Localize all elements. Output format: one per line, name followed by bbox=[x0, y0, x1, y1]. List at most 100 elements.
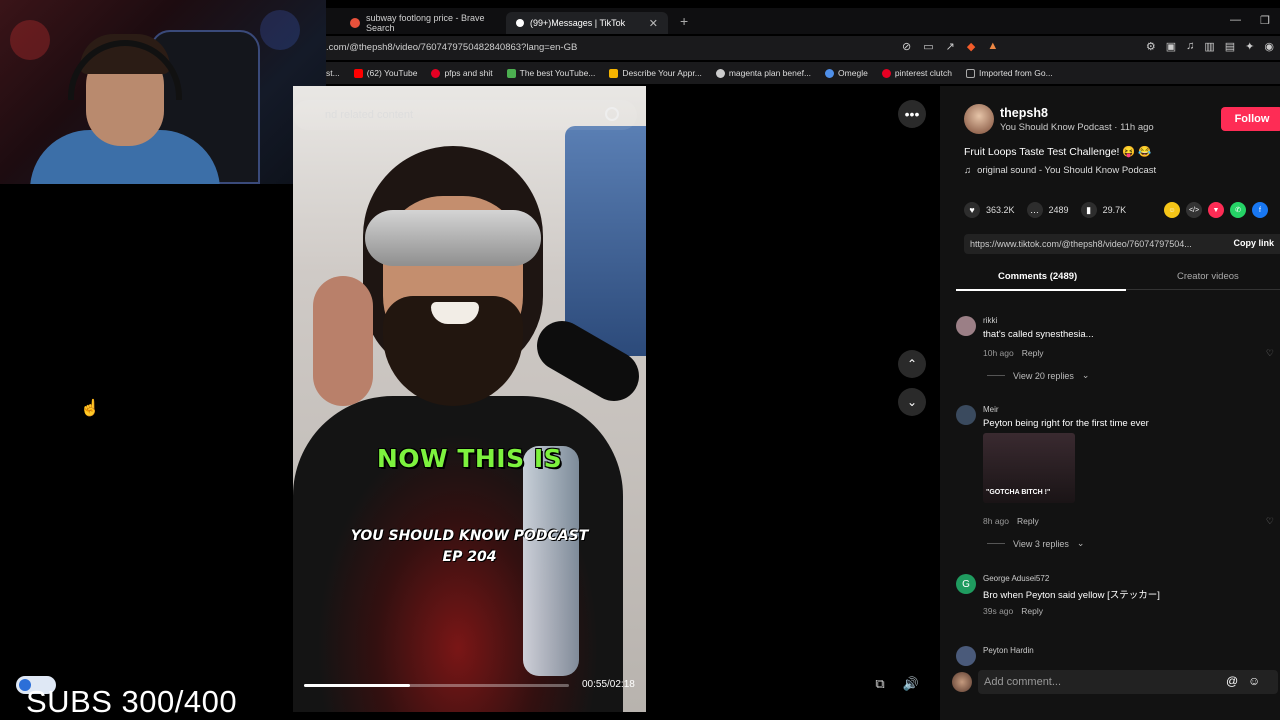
brave-shields-icon[interactable]: ◆ bbox=[967, 40, 975, 53]
previous-video-button[interactable]: ⌃ bbox=[898, 350, 926, 378]
next-video-button[interactable]: ⌄ bbox=[898, 388, 926, 416]
url-field[interactable]: .com/@thepsh8/video/7607479750482840863?… bbox=[326, 42, 577, 53]
whatsapp-icon[interactable]: ✆ bbox=[1230, 202, 1246, 218]
author-username[interactable]: thepsh8 bbox=[1000, 106, 1048, 120]
reply-button[interactable]: Reply bbox=[1021, 606, 1043, 616]
minimize-button[interactable]: — bbox=[1230, 14, 1241, 26]
comment-meta: 39s ago Reply bbox=[983, 606, 1043, 616]
profile-icon[interactable]: ◉ bbox=[1264, 40, 1274, 53]
person-hand bbox=[313, 276, 373, 406]
music-note-icon: ♫ bbox=[964, 165, 972, 176]
screenshot-icon[interactable]: ▣ bbox=[1166, 40, 1176, 53]
sound-label: original sound - You Should Know Podcast bbox=[977, 165, 1157, 176]
bookmarks-bar: st... (62) YouTube pfps and shit The bes… bbox=[326, 62, 1280, 84]
brave-search-icon bbox=[350, 18, 360, 28]
commenter-name[interactable]: Meir bbox=[983, 405, 999, 414]
video-caption-main: NOW THIS IS bbox=[376, 444, 563, 473]
comment-like-icon[interactable]: ♡ bbox=[1266, 348, 1274, 359]
related-search-bar[interactable]: nd related content bbox=[293, 100, 637, 130]
tab-creator-videos[interactable]: Creator videos bbox=[1177, 271, 1239, 282]
post-sound[interactable]: ♫ original sound - You Should Know Podca… bbox=[964, 165, 1156, 176]
mail-icon bbox=[609, 68, 619, 78]
comment-text: that's called synesthesia... bbox=[983, 329, 1094, 340]
bookmark-item[interactable]: The best YouTube... bbox=[506, 68, 595, 78]
follow-button[interactable]: Follow bbox=[1221, 107, 1280, 131]
extension-icon[interactable]: ⚙ bbox=[1146, 40, 1156, 53]
background-light bbox=[260, 10, 300, 50]
cast-icon[interactable]: ▭ bbox=[923, 40, 933, 53]
embed-icon[interactable]: </> bbox=[1186, 202, 1202, 218]
emoji-icon[interactable]: ☺ bbox=[1248, 674, 1260, 688]
video-player[interactable]: nd related content NOW THIS IS YOU SHOUL… bbox=[293, 86, 646, 712]
comment-stat[interactable]: … 2489 bbox=[1026, 202, 1069, 218]
save-stat[interactable]: ▮ 29.7K bbox=[1080, 202, 1126, 218]
commenter-name[interactable]: George Adusei572 bbox=[983, 574, 1049, 583]
commenter-avatar[interactable]: G bbox=[956, 574, 976, 594]
view-replies-button[interactable]: View 20 replies ⌄ bbox=[987, 370, 1089, 381]
maximize-button[interactable]: ❐ bbox=[1260, 14, 1270, 27]
bookmark-item[interactable]: (62) YouTube bbox=[353, 68, 417, 78]
bookmark-item[interactable]: magenta plan benef... bbox=[715, 68, 811, 78]
commenter-name[interactable]: Peyton Hardin bbox=[983, 646, 1034, 655]
gif-caption: "GOTCHA BITCH !" bbox=[986, 489, 1051, 496]
tiktok-icon bbox=[506, 68, 516, 78]
media-icon[interactable]: ♫ bbox=[1186, 40, 1194, 53]
bookmark-item[interactable]: pinterest clutch bbox=[881, 68, 952, 78]
comment-item: Peyton Hardin bbox=[956, 646, 1280, 666]
author-avatar[interactable] bbox=[964, 104, 994, 134]
video-caption-sub: YOU SHOULD KNOW PODCAST EP 204 bbox=[293, 526, 646, 568]
comment-like-icon[interactable]: ♡ bbox=[1266, 516, 1274, 527]
mention-icon[interactable]: @ bbox=[1226, 674, 1238, 688]
reply-button[interactable]: Reply bbox=[1017, 516, 1039, 526]
share-link-box: https://www.tiktok.com/@thepsh8/video/76… bbox=[964, 234, 1280, 254]
tab-tiktok[interactable]: (99+)Messages | TikTok ✕ bbox=[506, 12, 668, 34]
commenter-avatar[interactable] bbox=[956, 316, 976, 336]
bookmark-item[interactable]: pfps and shit bbox=[431, 68, 493, 78]
pip-icon[interactable]: ⧉ bbox=[868, 672, 892, 696]
tiktok-icon bbox=[516, 19, 524, 27]
share-link-text[interactable]: https://www.tiktok.com/@thepsh8/video/76… bbox=[970, 239, 1192, 249]
tab-label: subway footlong price - Brave Search bbox=[366, 13, 485, 33]
like-stat[interactable]: ♥ 363.2K bbox=[964, 202, 1015, 218]
video-progress-bar[interactable] bbox=[304, 684, 569, 687]
reply-button[interactable]: Reply bbox=[1022, 348, 1044, 358]
search-icon[interactable] bbox=[605, 107, 619, 121]
google-icon bbox=[715, 68, 725, 78]
bookmark-folder[interactable]: Imported from Go... bbox=[965, 68, 1053, 78]
panel-tabs: Comments (2489) Creator videos bbox=[955, 264, 1280, 291]
share-icon[interactable]: ↗ bbox=[946, 40, 955, 53]
commenter-avatar[interactable] bbox=[956, 405, 976, 425]
leo-ai-icon[interactable]: ✦ bbox=[1245, 40, 1254, 53]
wallet-icon[interactable]: ▤ bbox=[1225, 40, 1235, 53]
volume-icon[interactable]: 🔊 bbox=[899, 672, 923, 696]
copy-link-button[interactable]: Copy link bbox=[1233, 238, 1274, 248]
share-buttons: ☺ </> ▼ ✆ f bbox=[1164, 202, 1268, 218]
heart-icon: ♥ bbox=[964, 202, 980, 218]
tab-brave-search[interactable]: subway footlong price - Brave Search bbox=[340, 12, 506, 34]
tab-label: (99+)Messages | TikTok bbox=[530, 18, 626, 28]
rewards-icon[interactable]: ▲ bbox=[987, 40, 998, 53]
tab-comments[interactable]: Comments (2489) bbox=[955, 271, 1127, 291]
video-progress-fill bbox=[304, 684, 410, 687]
address-bar: .com/@thepsh8/video/7607479750482840863?… bbox=[326, 36, 1280, 60]
close-tab-icon[interactable]: ✕ bbox=[649, 17, 658, 30]
bookmark-item[interactable]: Describe Your Appr... bbox=[609, 68, 702, 78]
comment-meta: 8h ago Reply bbox=[983, 516, 1039, 526]
webcam-overlay bbox=[0, 0, 326, 184]
bookmark-item[interactable]: Omegle bbox=[825, 68, 868, 78]
more-options-button[interactable]: ••• bbox=[898, 100, 926, 128]
commenter-avatar[interactable] bbox=[956, 646, 976, 666]
comment-icon: … bbox=[1026, 202, 1043, 218]
sidebar-icon[interactable]: ▥ bbox=[1204, 40, 1214, 53]
facebook-icon[interactable]: f bbox=[1252, 202, 1268, 218]
no-translate-icon[interactable]: ⊘ bbox=[902, 40, 911, 53]
view-replies-button[interactable]: View 3 replies ⌄ bbox=[987, 538, 1084, 549]
add-comment-bar: Add comment... @ ☺ bbox=[940, 668, 1280, 700]
comment-text: Peyton being right for the first time ev… bbox=[983, 418, 1149, 429]
new-tab-button[interactable]: + bbox=[680, 13, 688, 29]
commenter-name[interactable]: rikki bbox=[983, 316, 997, 325]
comment-time: 8h ago bbox=[983, 516, 1009, 526]
friends-share-icon[interactable]: ☺ bbox=[1164, 202, 1180, 218]
send-share-icon[interactable]: ▼ bbox=[1208, 202, 1224, 218]
bookmark-item[interactable]: st... bbox=[326, 68, 340, 78]
